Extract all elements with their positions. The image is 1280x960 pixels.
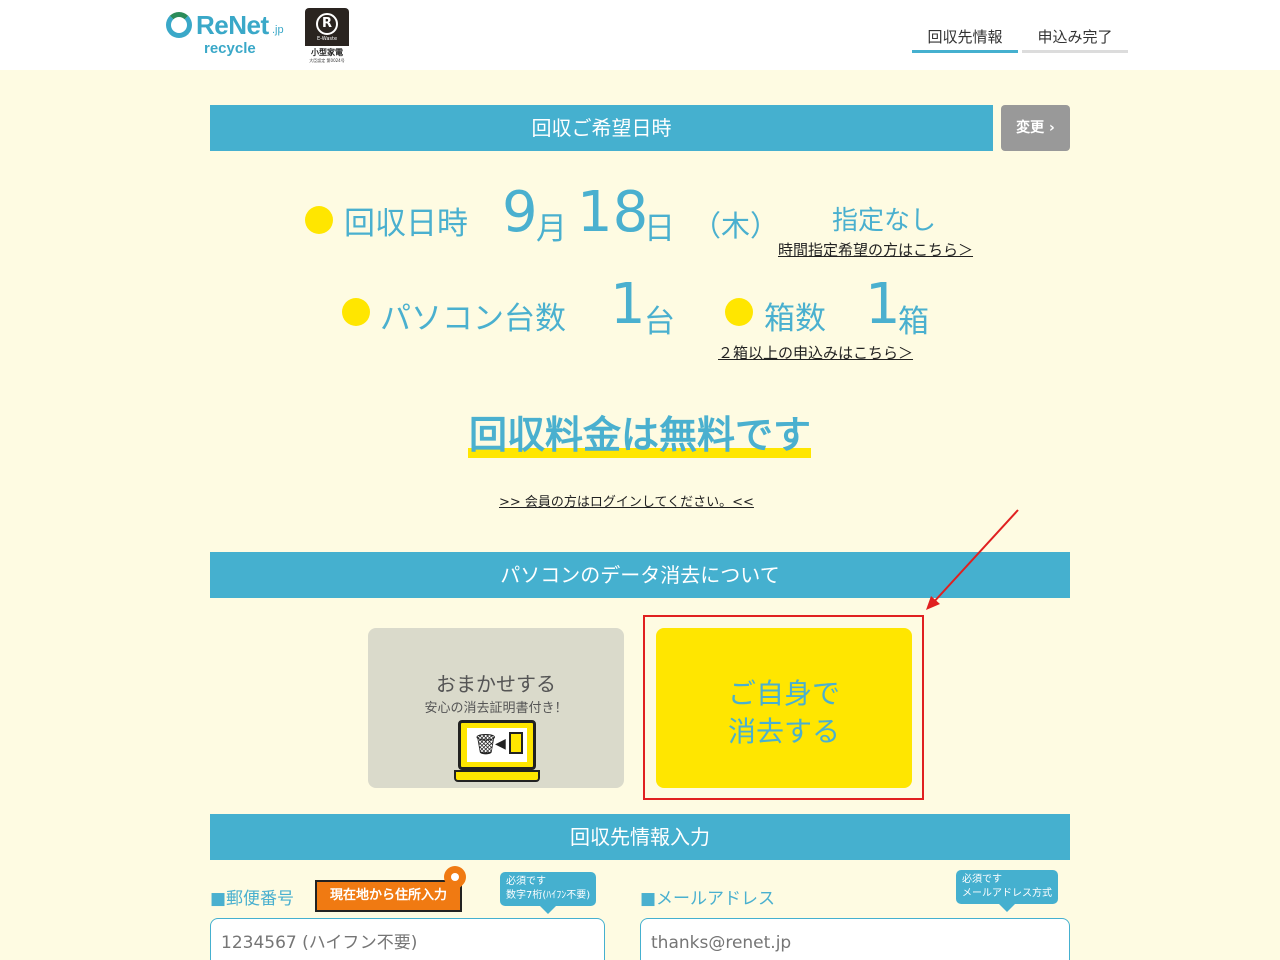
- nav-step-complete[interactable]: 申込み完了: [1022, 26, 1128, 53]
- email-tip-line2: メールアドレス方式: [962, 888, 1052, 899]
- box-count-label: 箱数: [764, 301, 826, 337]
- postal-code-label: ■郵便番号: [210, 889, 295, 909]
- annotation-highlight-box: [643, 615, 924, 800]
- chevron-right-icon: ›: [1049, 120, 1055, 136]
- postal-required-tooltip: 必須です 数字7桁(ﾊｲﾌﾝ不要): [500, 872, 597, 914]
- postal-code-input[interactable]: [210, 918, 605, 960]
- badge-note: 大臣認定 第0024号: [309, 58, 345, 63]
- date-day: 18: [577, 180, 649, 245]
- badge-label: 小型家電: [311, 48, 343, 57]
- fee-free-text: 回収料金は無料です: [468, 413, 811, 457]
- pc-count-label: パソコン台数: [380, 301, 566, 337]
- erase-option-delegate[interactable]: おまかせする 安心の消去証明書付き！ 🗑 ◀: [368, 628, 624, 788]
- email-required-tooltip: 必須です メールアドレス方式: [956, 870, 1058, 912]
- box-count-unit: 箱: [898, 304, 929, 340]
- date-weekday: （木）: [692, 209, 780, 243]
- date-month: 9: [502, 180, 538, 245]
- logo-suffix: .jp: [272, 24, 284, 36]
- postal-tip-line1: 必須です: [506, 876, 546, 887]
- email-input[interactable]: [640, 918, 1070, 960]
- current-location-button[interactable]: 現在地から住所入力: [315, 880, 462, 912]
- nav-step-recipient-info[interactable]: 回収先情報: [912, 26, 1018, 53]
- postal-tip-line2: 数字7桁(ﾊｲﾌﾝ不要): [506, 890, 591, 901]
- renet-logo[interactable]: ReNet .jp recycle: [166, 10, 296, 60]
- document-icon: [509, 732, 523, 754]
- laptop-erase-icon: 🗑 ◀: [454, 720, 540, 786]
- erase-option-delegate-title: おまかせする: [436, 672, 556, 696]
- date-day-unit: 日: [644, 211, 675, 247]
- logo-subtitle: recycle: [204, 40, 256, 57]
- date-month-unit: 月: [536, 211, 567, 247]
- email-tip-line1: 必須です: [962, 874, 1002, 885]
- member-login-link[interactable]: >> 会員の方はログインしてください。<<: [499, 491, 754, 510]
- multi-box-link[interactable]: ２箱以上の申込みはこちら＞: [718, 342, 913, 363]
- recycle-logo-icon: [166, 12, 192, 38]
- change-label: 変更: [1016, 120, 1045, 136]
- logo-name: ReNet: [196, 10, 269, 40]
- site-header: ReNet .jp recycle R E-Waste 小型家電 大臣認定 第0…: [0, 0, 1280, 70]
- erase-option-delegate-sub: 安心の消去証明書付き！: [424, 701, 568, 716]
- pc-count-unit: 台: [644, 304, 675, 340]
- erase-section-title: パソコンのデータ消去について: [210, 552, 1070, 598]
- box-count-value: 1: [865, 272, 901, 337]
- time-value: 指定なし: [832, 206, 937, 236]
- email-label: ■メールアドレス: [640, 889, 776, 909]
- pc-count-value: 1: [610, 272, 646, 337]
- bullet-dot-icon: [725, 298, 753, 326]
- bullet-dot-icon: [342, 298, 370, 326]
- badge-ewaste: E-Waste: [316, 35, 338, 42]
- date-label: 回収日時: [344, 206, 468, 242]
- time-specify-link[interactable]: 時間指定希望の方はこちら＞: [778, 239, 973, 260]
- bullet-dot-icon: [305, 206, 333, 234]
- arrow-left-icon: ◀: [495, 736, 506, 752]
- form-section-title: 回収先情報入力: [210, 814, 1070, 860]
- certification-badge: R E-Waste 小型家電 大臣認定 第0024号: [305, 8, 349, 66]
- change-button[interactable]: 変更 ›: [1001, 105, 1070, 151]
- schedule-section-title: 回収ご希望日時: [210, 105, 993, 151]
- r-mark-icon: R: [316, 12, 338, 35]
